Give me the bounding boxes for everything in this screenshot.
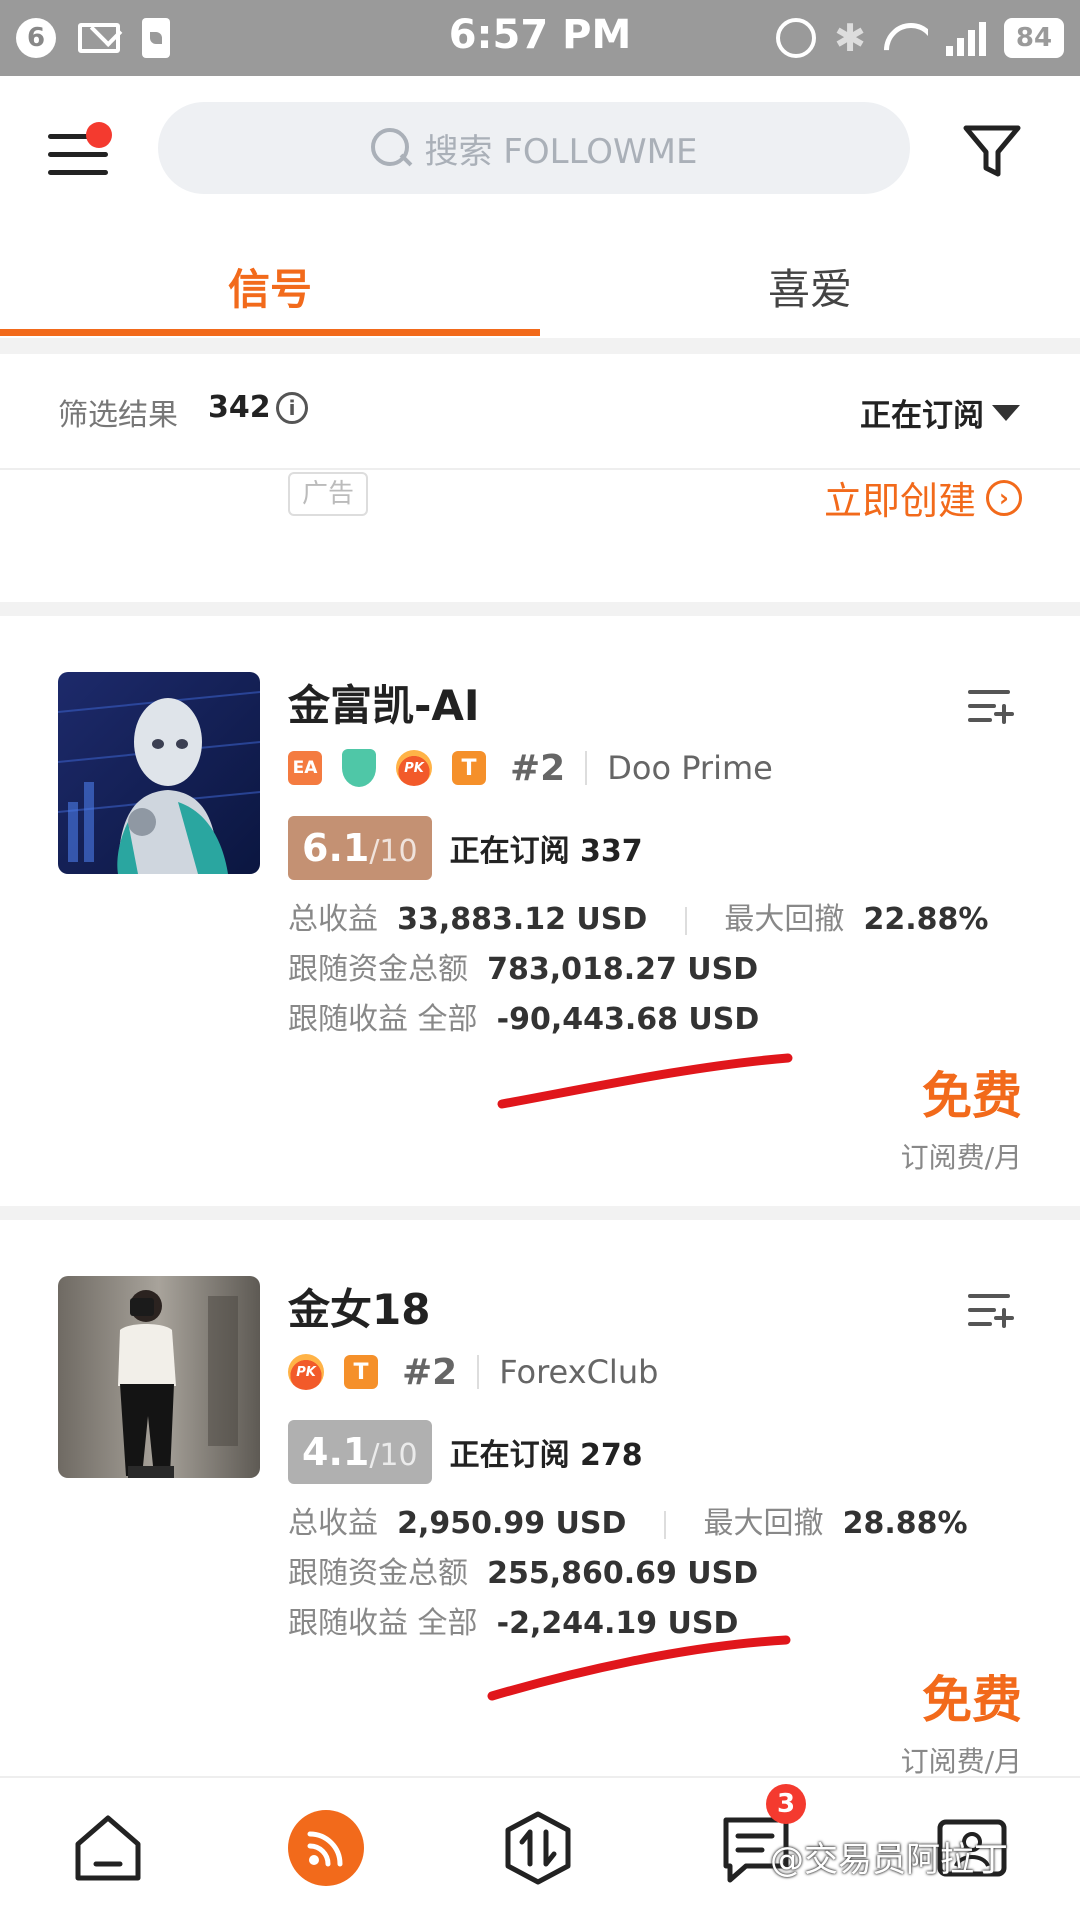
- signal-badges: EA PK T #2 Doo Prime: [288, 746, 773, 790]
- max-drawdown-label: 最大回撤: [724, 902, 845, 937]
- add-to-list-icon[interactable]: [968, 686, 1014, 726]
- score-badge: 6.1/10: [288, 816, 432, 880]
- active-tab-indicator: [0, 329, 540, 336]
- signal-card[interactable]: 金女18 PK T #2 ForexClub 4.1/10 正在订阅 278 总…: [0, 1220, 1080, 1778]
- follow-profit-label: 跟随收益 全部: [288, 1002, 478, 1037]
- ad-tag: 广告: [288, 472, 368, 516]
- avatar: [58, 1276, 260, 1478]
- t-badge: T: [344, 1355, 378, 1389]
- search-icon: [370, 128, 411, 168]
- home-icon[interactable]: [70, 1810, 146, 1886]
- price: 免费: [922, 1671, 1022, 1729]
- total-profit-value: 33,883.12 USD: [397, 902, 648, 937]
- filter-icon[interactable]: [960, 118, 1024, 182]
- price-unit: 订阅费/月: [900, 1141, 1022, 1174]
- message-badge: 3: [766, 1784, 806, 1824]
- score-row: 6.1/10 正在订阅 337: [288, 816, 643, 880]
- alarm-icon: [776, 18, 817, 58]
- score-badge: 4.1/10: [288, 1420, 432, 1484]
- follow-profit-label: 跟随收益 全部: [288, 1606, 478, 1641]
- follow-funds-value: 783,018.27 USD: [487, 952, 759, 987]
- score-max: /10: [369, 1438, 418, 1473]
- create-now-label: 立即创建: [823, 479, 976, 523]
- search-placeholder: 搜索 FOLLOWME: [424, 131, 698, 172]
- wifi-icon: [884, 21, 928, 55]
- total-profit-label: 总收益: [288, 902, 378, 937]
- info-icon[interactable]: i: [276, 392, 308, 424]
- max-drawdown-value: 28.88%: [842, 1506, 968, 1541]
- signal-name[interactable]: 金女18: [288, 1276, 430, 1337]
- chevron-right-circle-icon: ›: [986, 479, 1022, 516]
- sort-label: 正在订阅: [860, 398, 984, 434]
- create-now-link[interactable]: 立即创建 ›: [824, 470, 1022, 525]
- exchange-icon[interactable]: [500, 1810, 576, 1886]
- stat-row: 跟随资金总额 783,018.27 USD: [288, 944, 758, 988]
- divider: [477, 1355, 480, 1389]
- result-count: 342: [208, 390, 271, 425]
- signal-name[interactable]: 金富凯-AI: [288, 672, 480, 733]
- price: 免费: [922, 1067, 1022, 1125]
- menu-button[interactable]: [48, 122, 112, 182]
- max-drawdown-label: 最大回撤: [703, 1506, 824, 1541]
- follow-funds-value: 255,860.69 USD: [487, 1556, 759, 1591]
- stat-row: 跟随收益 全部 -2,244.19 USD: [288, 1598, 738, 1642]
- pk-badge: PK: [288, 1354, 324, 1390]
- divider: [0, 1206, 1080, 1220]
- broker-name: Doo Prime: [607, 749, 773, 787]
- divider: [585, 751, 588, 785]
- total-profit-value: 2,950.99 USD: [397, 1506, 627, 1541]
- broker-name: ForexClub: [499, 1353, 659, 1391]
- signal-badges: PK T #2 ForexClub: [288, 1350, 658, 1394]
- stat-row: 跟随资金总额 255,860.69 USD: [288, 1548, 758, 1592]
- stat-row: 总收益 2,950.99 USD 最大回撤 28.88%: [288, 1498, 968, 1542]
- pk-badge: PK: [396, 750, 432, 786]
- watermark: @交易员阿拉丁: [770, 1840, 1008, 1880]
- avatar: [58, 672, 260, 874]
- max-drawdown-value: 22.88%: [863, 902, 989, 937]
- tab-signals[interactable]: 信号: [0, 256, 540, 317]
- follow-funds-label: 跟随资金总额: [288, 1556, 468, 1591]
- tab-favorites[interactable]: 喜爱: [540, 256, 1080, 317]
- status-bar: 6 6:57 PM ✱ 84: [0, 0, 1080, 76]
- add-to-list-icon[interactable]: [968, 1290, 1014, 1330]
- follow-funds-label: 跟随资金总额: [288, 952, 468, 987]
- caret-down-icon: [992, 404, 1020, 421]
- score-value: 4.1: [302, 1430, 370, 1474]
- t-badge: T: [452, 751, 486, 785]
- bluetooth-icon: ✱: [834, 16, 866, 60]
- rank: #2: [510, 747, 566, 789]
- score-value: 6.1: [302, 826, 370, 870]
- follow-profit-value: -2,244.19 USD: [496, 1606, 739, 1641]
- ad-banner: 广告 立即创建 ›: [0, 470, 1080, 602]
- tab-bar: 信号 喜爱: [0, 226, 1080, 338]
- signal-card[interactable]: 金富凯-AI EA PK T #2 Doo Prime 6.1/10 正在订阅 …: [0, 616, 1080, 1206]
- ea-badge: EA: [288, 751, 322, 785]
- sort-dropdown[interactable]: 正在订阅: [860, 390, 1020, 435]
- signal-icon: [946, 20, 986, 56]
- stat-row: 总收益 33,883.12 USD 最大回撤 22.88%: [288, 894, 988, 938]
- follow-profit-value: -90,443.68 USD: [496, 1002, 760, 1037]
- rank: #2: [402, 1351, 458, 1393]
- battery-icon: 84: [1004, 18, 1064, 58]
- score-row: 4.1/10 正在订阅 278: [288, 1420, 643, 1484]
- search-input[interactable]: 搜索 FOLLOWME: [158, 102, 910, 194]
- top-header: 搜索 FOLLOWME: [0, 76, 1080, 226]
- shield-icon: [342, 749, 376, 787]
- total-profit-label: 总收益: [288, 1506, 378, 1541]
- divider: [0, 338, 1080, 354]
- result-label: 筛选结果: [58, 398, 178, 433]
- score-max: /10: [369, 834, 418, 869]
- red-underline-annotation: [497, 1053, 793, 1109]
- price-unit: 订阅费/月: [900, 1745, 1022, 1778]
- subscriber-count: 正在订阅 337: [449, 834, 643, 869]
- filter-result-bar: 筛选结果 342 i 正在订阅: [0, 354, 1080, 470]
- notification-dot: [86, 122, 112, 148]
- divider: [0, 602, 1080, 616]
- stat-row: 跟随收益 全部 -90,443.68 USD: [288, 994, 759, 1038]
- rss-icon[interactable]: [288, 1810, 364, 1886]
- subscriber-count: 正在订阅 278: [449, 1438, 643, 1473]
